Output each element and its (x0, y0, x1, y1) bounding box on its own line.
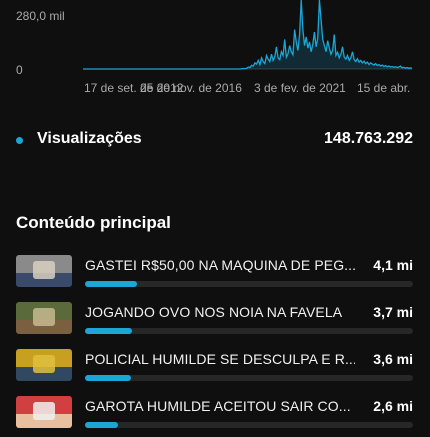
views-area-chart: 280,0 mil 0 17 de set. de 2012 25 de nov… (16, 0, 413, 95)
video-views: 2,6 mi (373, 398, 413, 414)
video-row[interactable]: POLICIAL HUMILDE SE DESCULPA E R... 3,6 … (0, 343, 430, 390)
views-bar-track (85, 328, 413, 334)
metric-value: 148.763.292 (324, 130, 413, 147)
video-row[interactable]: GASTEI R$50,00 NA MAQUINA DE PEG... 4,1 … (0, 249, 430, 296)
x-tick-label-3: 3 de fev. de 2021 (254, 81, 346, 95)
video-row[interactable]: JOGANDO OVO NOS NOIA NA FAVELA 3,7 mi (0, 296, 430, 343)
views-bar-fill (85, 422, 118, 428)
section-title: Conteúdo principal (16, 213, 171, 232)
video-views: 3,6 mi (373, 351, 413, 367)
views-bar-track (85, 375, 413, 381)
x-tick-label-2: 25 de nov. de 2016 (140, 81, 242, 95)
views-bar-fill (85, 375, 131, 381)
y-tick-label-top: 280,0 mil (16, 9, 65, 23)
y-tick-label-zero: 0 (16, 63, 23, 77)
video-thumbnail[interactable] (16, 396, 72, 428)
series-color-dot (16, 137, 23, 144)
video-title: JOGANDO OVO NOS NOIA NA FAVELA (85, 304, 343, 320)
views-metric-row[interactable]: Visualizações 148.763.292 (0, 128, 430, 152)
x-tick-label-4: 15 de abr. (357, 81, 410, 95)
series-line (83, 0, 413, 70)
video-thumbnail[interactable] (16, 349, 72, 381)
video-title: GASTEI R$50,00 NA MAQUINA DE PEG... (85, 257, 355, 273)
series-group (83, 0, 413, 70)
views-bar-track (85, 422, 413, 428)
video-views: 3,7 mi (373, 304, 413, 320)
views-bar-fill (85, 328, 132, 334)
video-thumbnail[interactable] (16, 302, 72, 334)
video-thumbnail[interactable] (16, 255, 72, 287)
views-bar-track (85, 281, 413, 287)
video-title: GAROTA HUMILDE ACEITOU SAIR CO... (85, 398, 351, 414)
series-area (83, 0, 412, 69)
views-bar-fill (85, 281, 137, 287)
video-title: POLICIAL HUMILDE SE DESCULPA E R... (85, 351, 355, 367)
video-views: 4,1 mi (373, 257, 413, 273)
metric-label: Visualizações (37, 130, 142, 147)
